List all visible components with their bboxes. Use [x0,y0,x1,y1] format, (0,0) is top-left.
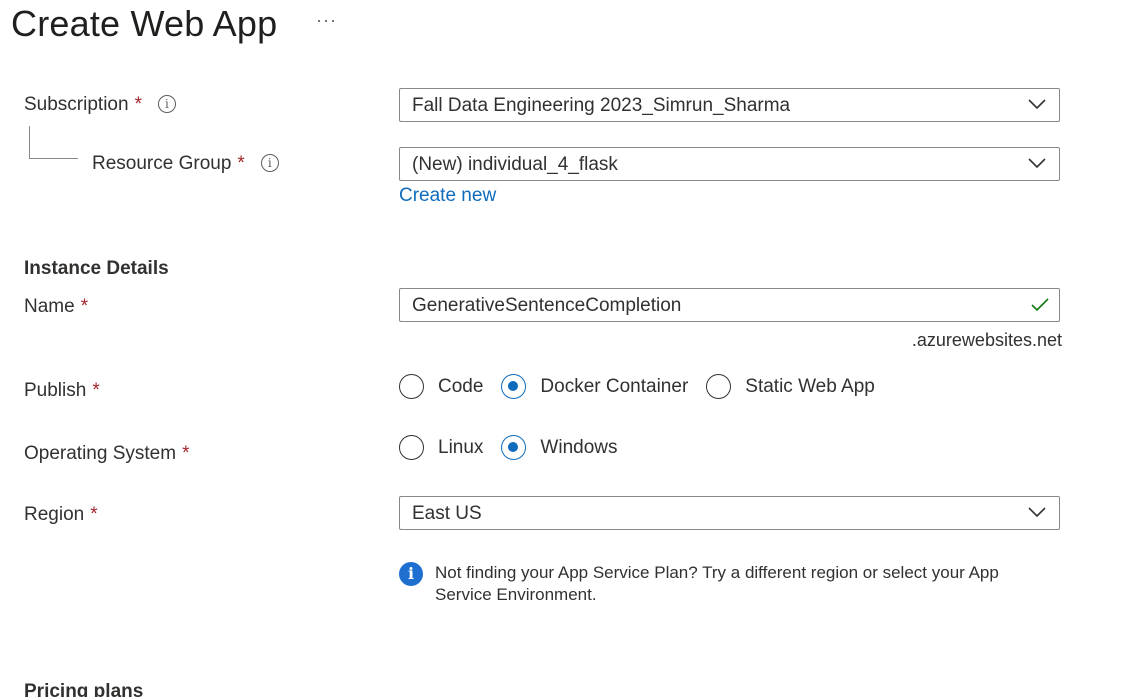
name-input[interactable]: GenerativeSentenceCompletion [399,288,1060,322]
more-options-button[interactable]: ··· [316,10,337,31]
radio-label: Windows [540,436,618,458]
required-marker: * [90,504,98,525]
subscription-dropdown[interactable]: Fall Data Engineering 2023_Simrun_Sharma [399,88,1060,122]
radio-label: Static Web App [745,375,875,397]
radio-button[interactable] [399,374,424,399]
required-marker: * [182,443,190,464]
resource-group-label: Resource Group [92,153,232,174]
publish-radio-group: Code Docker Container Static Web App [399,374,893,399]
os-label: Operating System [24,443,177,464]
subscription-value: Fall Data Engineering 2023_Simrun_Sharma [412,95,791,116]
subscription-label-row: Subscription * i [24,94,176,116]
publish-label-row: Publish * [24,380,100,402]
instance-details-heading: Instance Details [24,258,169,279]
required-marker: * [134,94,142,115]
chevron-down-icon [1028,507,1046,518]
publish-label: Publish [24,380,87,401]
radio-label: Docker Container [540,375,689,397]
radio-label: Linux [438,436,484,458]
create-new-link[interactable]: Create new [399,185,496,207]
info-icon[interactable]: i [157,95,176,113]
page-title: Create Web App [11,3,278,44]
pricing-plans-heading: Pricing plans [24,681,144,697]
region-value: East US [412,503,482,524]
radio-button-selected[interactable] [501,374,527,399]
region-info-notice: i Not finding your App Service Plan? Try… [399,562,1039,606]
publish-option-static-web-app[interactable]: Static Web App [706,374,875,399]
region-label: Region [24,504,85,525]
region-label-row: Region * [24,504,98,526]
publish-option-docker-container[interactable]: Docker Container [501,374,688,399]
required-marker: * [80,296,89,317]
name-label: Name [24,296,75,317]
region-dropdown[interactable]: East US [399,496,1060,530]
checkmark-icon [1031,298,1049,312]
notice-text: Not finding your App Service Plan? Try a… [435,563,999,604]
os-option-linux[interactable]: Linux [399,435,483,460]
os-option-windows[interactable]: Windows [501,435,618,460]
resource-group-value: (New) individual_4_flask [412,154,618,175]
info-icon[interactable]: i [260,154,279,172]
publish-option-code[interactable]: Code [399,374,483,399]
radio-button-selected[interactable] [501,435,527,460]
create-web-app-page: Create Web App ··· Subscription * i Fall D… [0,0,1131,697]
name-value: GenerativeSentenceCompletion [412,295,682,316]
resource-group-dropdown[interactable]: (New) individual_4_flask [399,147,1060,181]
os-radio-group: Linux Windows [399,435,636,460]
chevron-down-icon [1028,158,1046,169]
domain-suffix: .azurewebsites.net [911,330,1062,350]
chevron-down-icon [1028,99,1046,110]
radio-button[interactable] [399,435,424,460]
name-label-row: Name * [24,296,88,318]
resource-group-label-row: Resource Group * i [92,153,279,175]
required-marker: * [237,153,245,174]
tree-connector [29,126,78,159]
required-marker: * [92,380,100,401]
radio-button[interactable] [706,374,732,399]
info-filled-icon: i [399,562,423,586]
radio-label: Code [438,375,484,397]
subscription-label: Subscription [24,94,129,115]
os-label-row: Operating System * [24,443,189,465]
